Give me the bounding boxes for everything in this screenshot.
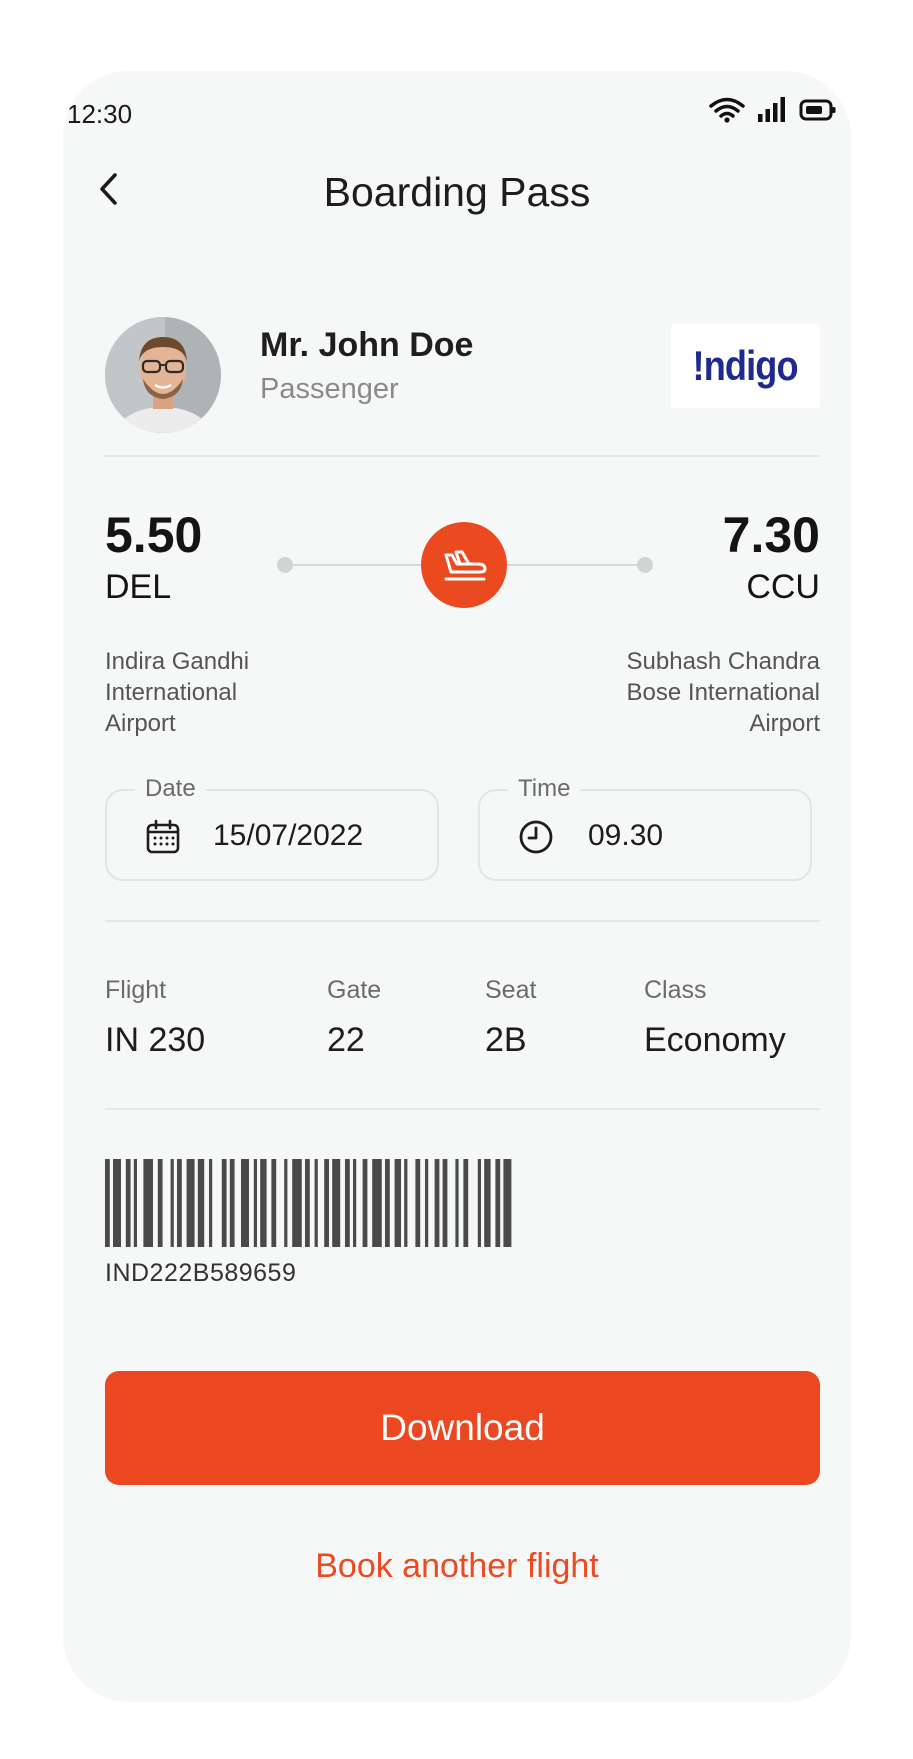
flight-value: IN 230 — [105, 1021, 206, 1059]
route-start-dot — [277, 557, 293, 573]
departure-time: 5.50 — [105, 507, 203, 563]
passenger-name: Mr. John Doe — [260, 326, 474, 364]
status-icons — [709, 97, 837, 123]
date-value: 15/07/2022 — [213, 819, 364, 852]
status-time: 12:30 — [67, 99, 133, 129]
divider — [105, 455, 820, 457]
barcode — [105, 1159, 512, 1247]
seat-value: 2B — [485, 1021, 527, 1059]
departure-airport-line: Indira Gandhi — [105, 648, 250, 675]
gate-value: 22 — [327, 1021, 365, 1059]
wifi-icon — [709, 97, 745, 123]
departure-airport: Indira Gandhi International Airport — [105, 646, 365, 739]
divider — [105, 920, 820, 922]
airline-logo-text: !ndigo — [692, 342, 799, 389]
gate-label: Gate — [327, 976, 382, 1004]
class-label: Class — [644, 976, 707, 1004]
calendar-icon — [146, 819, 180, 854]
phone-screen: 12:30 Boarding Pass Mr. John Doe Passeng… — [63, 71, 851, 1702]
date-field[interactable]: Date 15/07/2022 — [105, 775, 439, 881]
page-title: Boarding Pass — [323, 169, 591, 215]
arrival-airport-line: Subhash Chandra — [626, 648, 820, 675]
airline-logo: !ndigo — [671, 324, 820, 408]
arrival-airport-line: Airport — [749, 710, 820, 737]
departure-airport-line: International — [105, 679, 238, 706]
flight-label: Flight — [105, 976, 167, 1004]
departure-code: DEL — [105, 568, 172, 606]
arrival-time: 7.30 — [722, 507, 820, 563]
clock-icon — [519, 820, 553, 854]
time-label: Time — [508, 775, 581, 803]
signal-icon — [758, 97, 785, 122]
barcode-number: IND222B589659 — [105, 1259, 297, 1287]
date-label: Date — [135, 775, 206, 803]
download-button[interactable]: Download — [105, 1371, 820, 1485]
divider — [105, 1108, 820, 1110]
route-end-dot — [637, 557, 653, 573]
book-another-flight-link[interactable]: Book another flight — [63, 1547, 851, 1586]
departure-airport-line: Airport — [105, 710, 176, 737]
arrival-code: CCU — [746, 568, 820, 606]
battery-icon — [799, 99, 836, 121]
class-value: Economy — [644, 1021, 786, 1059]
arrival-airport-line: Bose International — [626, 679, 820, 706]
passenger-role: Passenger — [260, 373, 399, 405]
arrival-airport: Subhash Chandra Bose International Airpo… — [520, 646, 820, 739]
time-field[interactable]: Time 09.30 — [478, 775, 812, 881]
time-value: 09.30 — [588, 819, 664, 852]
seat-label: Seat — [485, 976, 537, 1004]
plane-icon — [444, 550, 487, 581]
plane-badge — [421, 522, 507, 608]
avatar — [105, 317, 221, 433]
